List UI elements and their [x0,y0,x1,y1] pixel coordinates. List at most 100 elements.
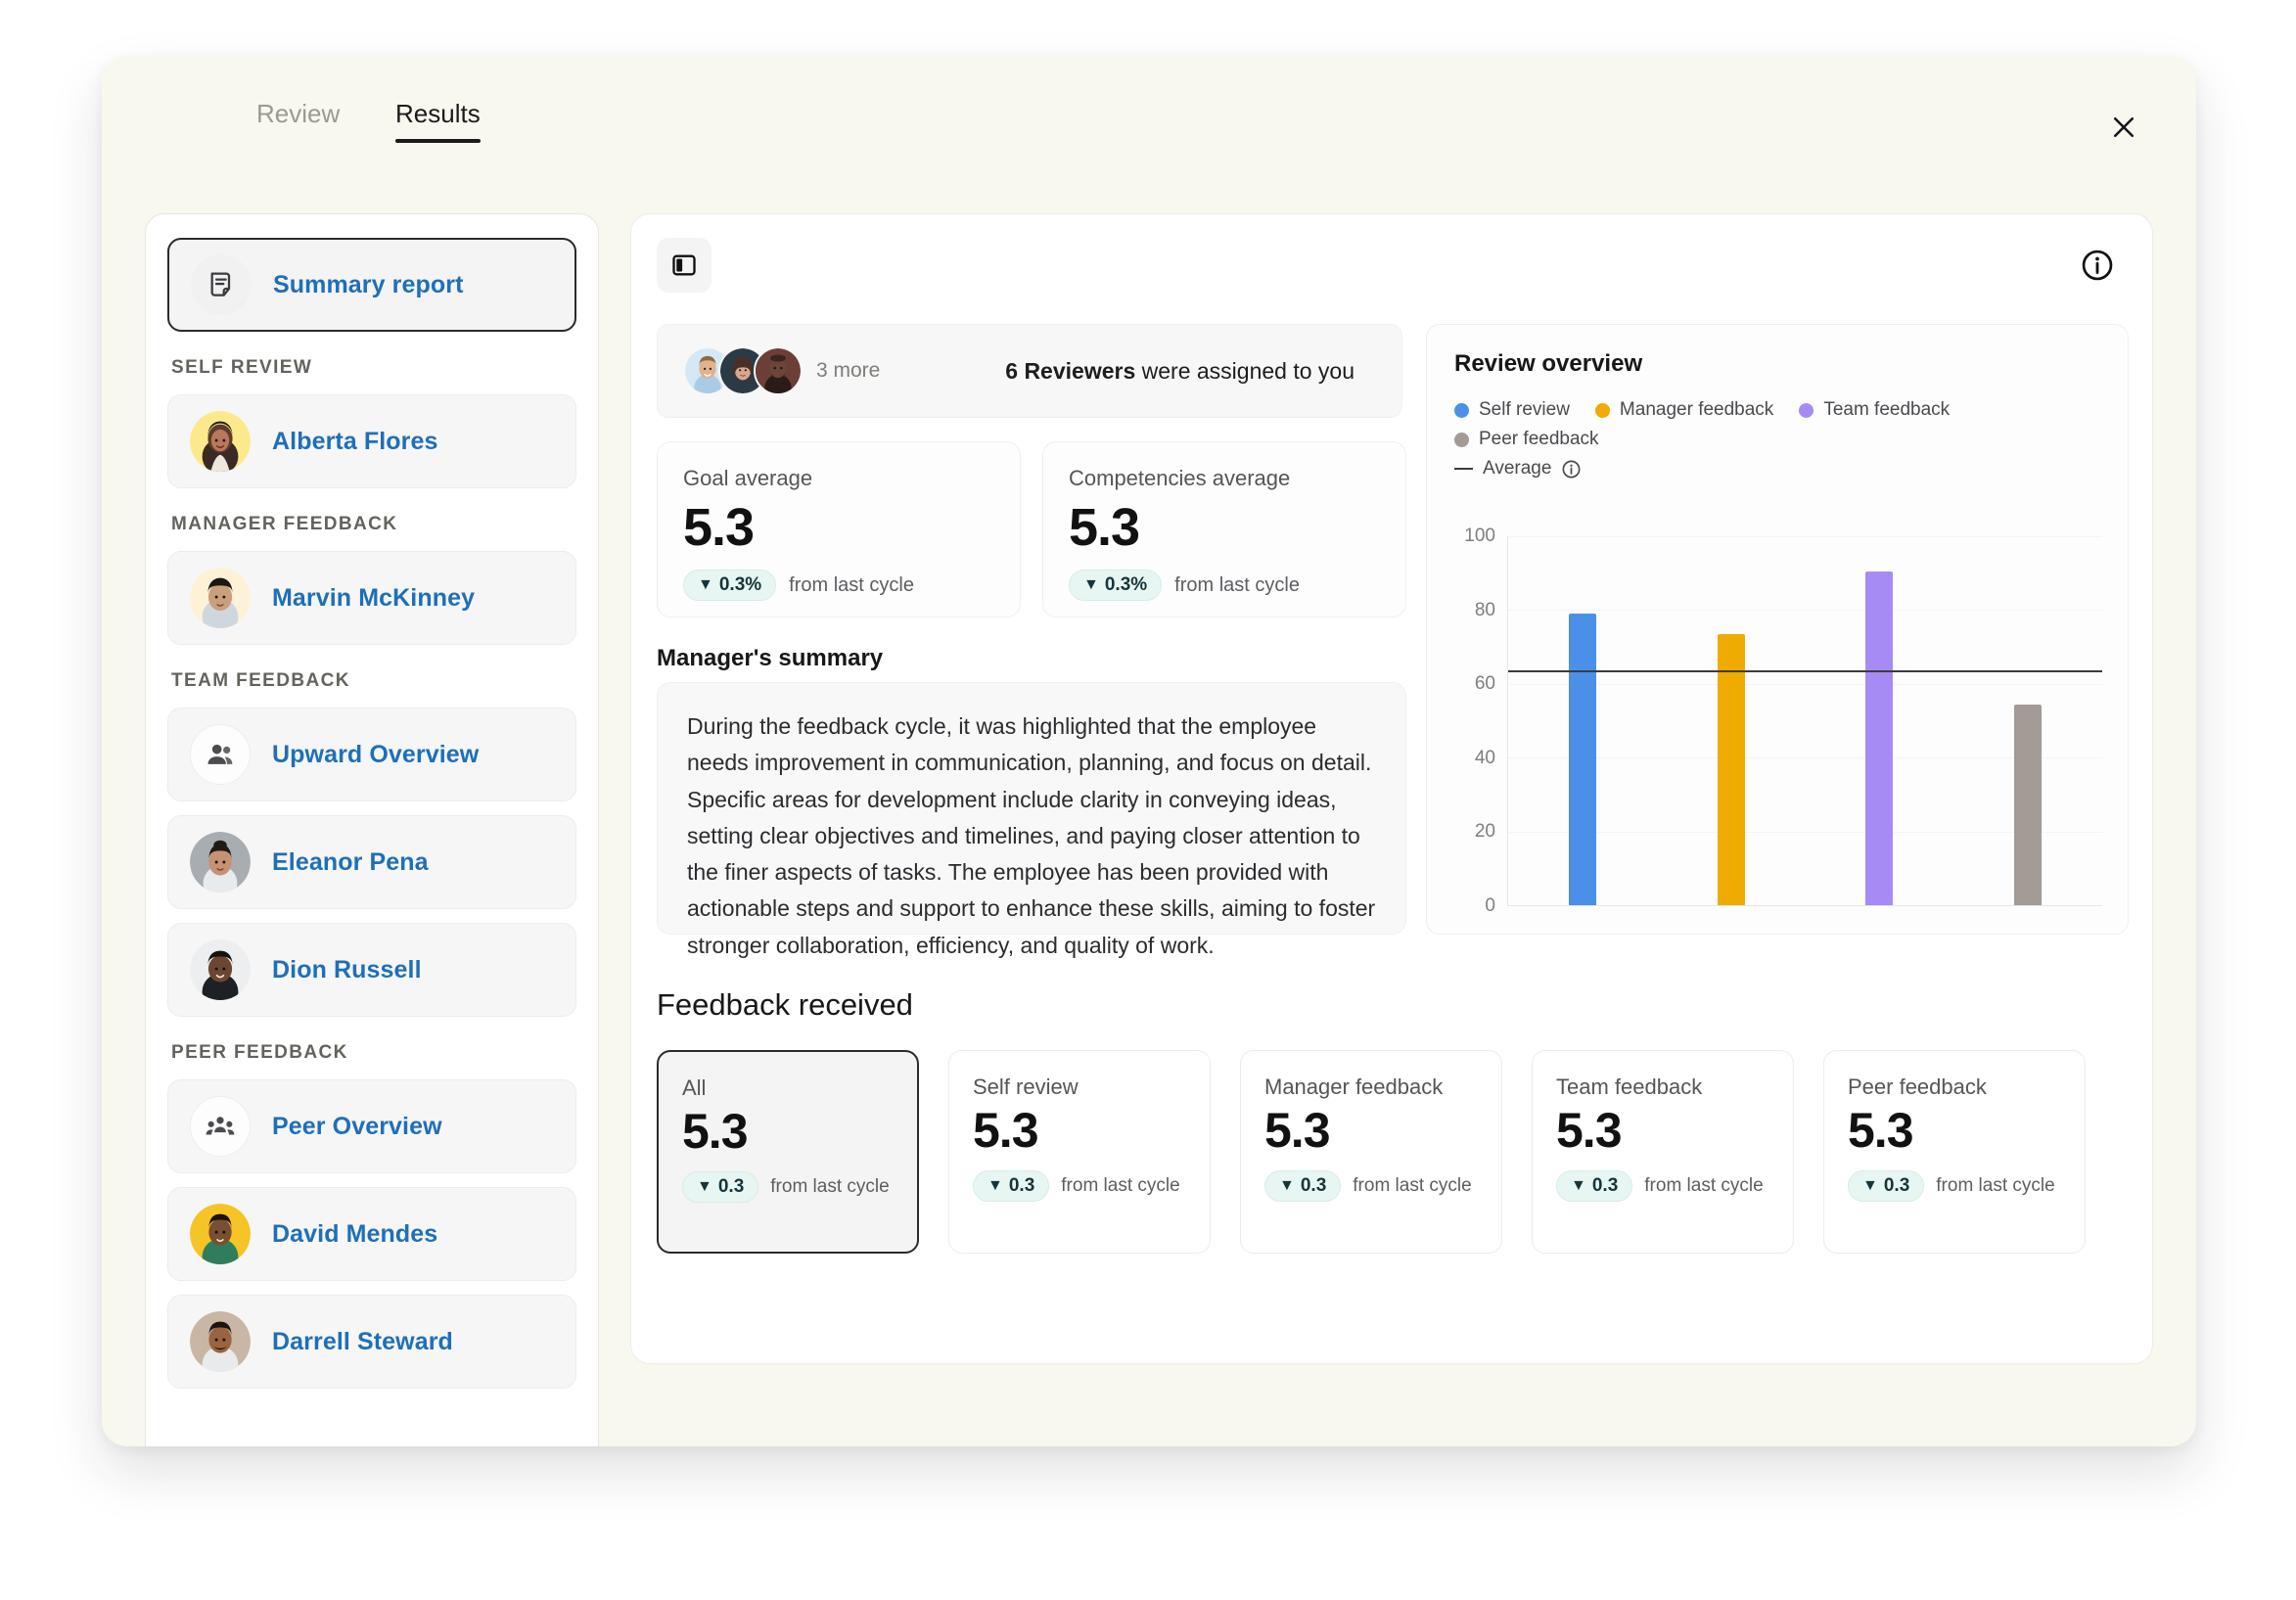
gridline [1508,757,2102,759]
sidebar-item-label: Peer Overview [272,1112,442,1140]
tab-results[interactable]: Results [395,99,481,143]
avatar-image [190,1204,251,1264]
status-badge: ▼ 0.3 [1848,1170,1925,1202]
chart-plot: 0 20 40 60 80 100 [1454,526,2102,916]
arrow-down-icon: ▼ [1571,1177,1586,1194]
sidebar-item-dion-russell[interactable]: Dion Russell [167,923,576,1017]
y-tick-label: 40 [1474,747,1495,768]
sidebar-heading-manager-feedback: MANAGER FEEDBACK [171,514,398,534]
feedback-card-value: 5.3 [1848,1103,1914,1158]
feedback-card-manager-feedback[interactable]: Manager feedback 5.3 ▼ 0.3 from last cyc… [1240,1050,1502,1254]
avatar-image [190,939,251,1000]
legend-label: Manager feedback [1619,399,1774,420]
arrow-down-icon: ▼ [1279,1177,1295,1194]
two-people-icon [190,724,251,785]
info-button[interactable] [2072,240,2123,291]
y-tick-label: 60 [1474,673,1495,695]
sidebar-item-upward-overview[interactable]: Upward Overview [167,708,576,801]
status-badge: ▼ 0.3% [1069,570,1163,601]
reviewer-avatar-stack[interactable] [683,346,803,395]
metric-value: 5.3 [1069,498,1140,557]
info-circle-icon[interactable] [1561,459,1582,480]
chart-title: Review overview [1454,350,1643,377]
metric-delta-value: 0.3% [1104,574,1148,595]
reviewers-strip: 3 more 6 Reviewers were assigned to you [657,324,1402,418]
gridline [1508,831,2102,833]
reviewers-assigned-suffix: were assigned to you [1141,357,1355,384]
gridline [1508,610,2102,612]
three-people-icon [190,1096,251,1157]
close-button[interactable] [2102,106,2145,149]
feedback-card-delta-row: ▼ 0.3 from last cycle [1848,1170,2061,1202]
feedback-card-value: 5.3 [682,1104,749,1159]
sidebar-item-label: Alberta Flores [272,427,438,455]
close-icon [2114,117,2134,137]
sidebar-item-label: Eleanor Pena [272,847,429,876]
legend-item-peer-feedback: Peer feedback [1454,429,1599,450]
metric-value: 5.3 [683,498,755,557]
feedback-card-delta: 0.3 [1008,1175,1035,1196]
reviewers-sidebar[interactable]: Summary report SELF REVIEW Alberta Flore… [145,213,599,1446]
legend-label: Team feedback [1823,399,1951,420]
arrow-down-icon: ▼ [1083,576,1099,593]
sidebar-item-darrell-steward[interactable]: Darrell Steward [167,1295,576,1389]
info-circle-icon [2082,250,2113,281]
feedback-card-delta-row: ▼ 0.3 from last cycle [1556,1170,1769,1202]
chart-plot-area [1507,536,2102,906]
bar-team-feedback[interactable] [1865,571,1894,905]
feedback-card-team-feedback[interactable]: Team feedback 5.3 ▼ 0.3 from last cycle [1532,1050,1794,1254]
feedback-card-delta-caption: from last cycle [1061,1175,1180,1196]
sidebar-item-alberta-flores[interactable]: Alberta Flores [167,394,576,488]
chart-y-axis: 0 20 40 60 80 100 [1454,526,1505,916]
metric-card-competencies-average: Competencies average 5.3 ▼ 0.3% from las… [1042,441,1406,617]
gridline [1508,536,2102,537]
feedback-card-delta: 0.3 [1591,1175,1619,1196]
sidebar-item-marvin-mckinney[interactable]: Marvin McKinney [167,551,576,645]
feedback-received-cards: All 5.3 ▼ 0.3 from last cycle Self revie… [657,1050,2086,1254]
sidebar-item-label: Summary report [273,270,464,298]
bar-peer-feedback[interactable] [2014,704,2043,905]
sidebar-item-peer-overview[interactable]: Peer Overview [167,1079,576,1173]
bar-manager-feedback[interactable] [1717,633,1745,905]
avatar [190,568,251,628]
sidebar-item-david-mendes[interactable]: David Mendes [167,1187,576,1281]
document-note-icon [191,254,252,315]
feedback-card-delta: 0.3 [1883,1175,1910,1196]
y-tick-label: 100 [1464,526,1495,546]
feedback-card-delta-row: ▼ 0.3 from last cycle [1264,1170,1478,1202]
avatar [190,832,251,892]
reviewers-assigned-text: 6 Reviewers were assigned to you [1005,358,1355,385]
tab-review[interactable]: Review [256,99,340,143]
sidebar-item-label: David Mendes [272,1219,438,1248]
sidebar-heading-peer-feedback: PEER FEEDBACK [171,1042,348,1063]
feedback-card-delta-row: ▼ 0.3 from last cycle [973,1170,1186,1202]
reviewers-count: 6 Reviewers [1005,357,1136,384]
feedback-card-label: Peer feedback [1848,1074,1987,1099]
metric-card-goal-average: Goal average 5.3 ▼ 0.3% from last cycle [657,441,1021,617]
bar-self-review[interactable] [1568,614,1596,905]
sidebar-toggle-button[interactable] [657,238,712,293]
gridline [1508,683,2102,685]
avatar-image [190,568,251,628]
avatar [190,1204,251,1264]
legend-swatch [1594,402,1610,418]
avatar-image [190,832,251,892]
sidebar-item-label: Marvin McKinney [272,583,476,612]
feedback-card-value: 5.3 [973,1103,1039,1158]
feedback-card-label: All [682,1075,707,1100]
sidebar-heading-self-review: SELF REVIEW [171,357,313,378]
arrow-down-icon: ▼ [987,1177,1003,1194]
sidebar-item-summary-report[interactable]: Summary report [167,238,576,332]
sidebar-item-eleanor-pena[interactable]: Eleanor Pena [167,815,576,909]
feedback-card-self-review[interactable]: Self review 5.3 ▼ 0.3 from last cycle [948,1050,1211,1254]
feedback-card-peer-feedback[interactable]: Peer feedback 5.3 ▼ 0.3 from last cycle [1823,1050,2086,1254]
feedback-card-all[interactable]: All 5.3 ▼ 0.3 from last cycle [657,1050,919,1254]
feedback-card-delta: 0.3 [1300,1175,1327,1196]
managers-summary-box: During the feedback cycle, it was highli… [657,682,1406,958]
modal-tabbar: Review Results [102,57,2196,147]
y-tick-label: 20 [1474,821,1495,843]
avatar [190,411,251,472]
y-tick-label: 0 [1485,895,1495,916]
legend-item-manager-feedback: Manager feedback [1594,399,1774,421]
legend-item-average: Average [1454,458,2100,480]
